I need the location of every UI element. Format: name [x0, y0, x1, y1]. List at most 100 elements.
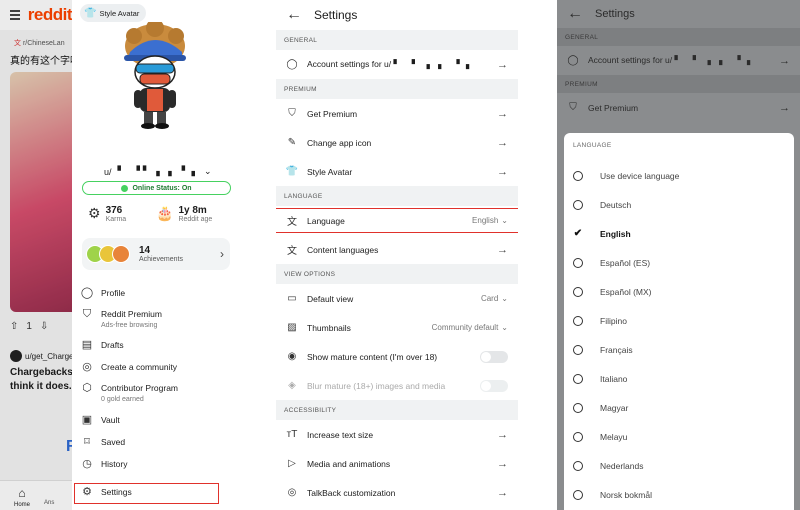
blur-icon: ◈ [288, 380, 296, 391]
card-view-icon: ▭ [287, 293, 297, 304]
language-row[interactable]: 文 Language English ⌄ [276, 206, 518, 235]
section-general: GENERAL [276, 30, 518, 50]
brush-icon: ✎ [287, 137, 297, 148]
language-option-label: Italiano [600, 373, 628, 384]
online-status-pill[interactable]: Online Status: On [82, 181, 231, 195]
reddit-age-value: 1y 8m [178, 205, 207, 216]
radio-button[interactable] [573, 402, 583, 413]
language-option[interactable]: Español (MX) [564, 277, 794, 306]
radio-button[interactable] [573, 170, 583, 181]
radio-button[interactable] [573, 489, 583, 500]
radio-button[interactable] [573, 257, 583, 268]
language-option[interactable]: Magyar [564, 393, 794, 422]
menu-item-label: Contributor Program [101, 383, 179, 393]
language-option[interactable]: Italiano [564, 364, 794, 393]
back-arrow-icon[interactable]: ← [567, 5, 583, 23]
reddit-drawer-panel: reddit 文 r/ChineseLan 真的有这个字吗 ⇧ 1 ⇩ u/ge… [0, 0, 240, 510]
arrow-right-icon: → [497, 136, 508, 149]
language-option-label: Use device language [600, 170, 680, 181]
menu-item-sublabel: Ads-free browsing [101, 322, 158, 329]
radio-button[interactable] [573, 199, 583, 210]
menu-item-contributor[interactable]: ⬡ Contributor Program 0 gold earned [80, 382, 232, 414]
shirt-icon: 👕 [285, 166, 299, 177]
menu-item-label: Profile [101, 288, 126, 298]
chevron-right-icon: › [220, 247, 224, 261]
style-avatar-row[interactable]: 👕 Style Avatar → [276, 157, 518, 186]
row-label: Content languages [307, 244, 379, 255]
play-icon: ▷ [288, 458, 296, 469]
change-app-icon-row[interactable]: ✎ Change app icon → [276, 128, 518, 157]
shield-icon: ⛉ [288, 108, 296, 119]
thumbnails-row[interactable]: ▨ Thumbnails Community default ⌄ [276, 313, 518, 342]
row-label: Increase text size [307, 429, 374, 440]
community-icon: ◎ [82, 361, 92, 373]
achievements-label: Achievements [139, 256, 183, 263]
karma-stat: ⚙ 376 Karma [88, 205, 126, 223]
language-option[interactable]: Español (ES) [564, 248, 794, 277]
shirt-icon: 👕 [84, 7, 97, 19]
arrow-right-icon: → [779, 54, 790, 67]
mature-content-toggle[interactable] [480, 350, 508, 363]
menu-item-premium[interactable]: ⛉ Reddit Premium Ads-free browsing [80, 308, 232, 339]
language-option[interactable]: Deutsch [564, 190, 794, 219]
scrim[interactable] [0, 0, 72, 510]
radio-button[interactable] [573, 373, 583, 384]
karma-icon: ⚙ [88, 205, 101, 221]
mature-content-row[interactable]: ◉ Show mature content (I'm over 18) [276, 342, 518, 371]
redacted-username: ▘ ▝ ▗ ▖ ▝▗ [674, 55, 754, 65]
language-option[interactable]: Filipino [564, 306, 794, 335]
online-dot-icon [121, 184, 129, 192]
achievements-value: 14 [139, 245, 151, 256]
menu-item-vault[interactable]: ▣ Vault [80, 414, 232, 436]
menu-item-label: Drafts [101, 340, 124, 350]
arrow-right-icon: → [497, 165, 508, 178]
thumbnails-value: Community default ⌄ [432, 323, 508, 332]
snoo-avatar[interactable] [120, 22, 190, 132]
account-settings-row[interactable]: ◯ Account settings for u/ ▘ ▝ ▗ ▖ ▝▗ → [276, 50, 518, 79]
talkback-row[interactable]: ◎ TalkBack customization → [276, 478, 518, 507]
language-option-label: Français [600, 344, 633, 355]
row-label: Get Premium [588, 102, 639, 113]
menu-item-label: Create a community [101, 362, 178, 372]
content-languages-row[interactable]: 文 Content languages → [276, 235, 518, 264]
get-premium-row[interactable]: ⛉ Get Premium → [276, 99, 518, 128]
language-option[interactable]: Norsk bokmål [564, 480, 794, 509]
menu-item-history[interactable]: ◷ History [80, 458, 232, 486]
reddit-age-label: Reddit age [178, 216, 213, 223]
achievements-card[interactable]: 14 Achievements › [82, 238, 230, 270]
radio-button[interactable] [573, 431, 583, 442]
username: u/ [104, 166, 112, 177]
radio-button[interactable] [573, 460, 583, 471]
language-option[interactable]: Use device language [564, 161, 794, 190]
language-option[interactable]: Melayu [564, 422, 794, 451]
clock-icon: ◷ [82, 458, 92, 470]
radio-button[interactable] [573, 315, 583, 326]
style-avatar-chip[interactable]: 👕 Style Avatar [80, 4, 147, 22]
arrow-right-icon: → [497, 486, 508, 499]
language-option[interactable]: Nederlands [564, 451, 794, 480]
menu-item-saved[interactable]: ⌑ Saved [80, 436, 232, 458]
image-icon: ▨ [287, 322, 297, 333]
checkmark-icon[interactable]: ✔ [573, 228, 583, 239]
language-option[interactable]: Français [564, 335, 794, 364]
menu-item-create-community[interactable]: ◎ Create a community [80, 361, 232, 382]
redacted-username: ▘ ▝ ▗ ▖ ▝▗ [393, 59, 473, 69]
translate-icon: 文 [287, 246, 297, 257]
media-animations-row[interactable]: ▷ Media and animations → [276, 449, 518, 478]
row-label: TalkBack customization [307, 487, 396, 498]
settings-screen: ← Settings GENERAL ◯ Account settings fo… [276, 0, 518, 510]
style-avatar-chip-label: Style Avatar [99, 8, 140, 18]
language-option[interactable]: ✔ English [564, 219, 794, 248]
default-view-row[interactable]: ▭ Default view Card ⌄ [276, 284, 518, 313]
text-size-row[interactable]: ᴛT Increase text size → [276, 420, 518, 449]
back-arrow-icon[interactable]: ← [286, 6, 302, 24]
default-view-value: Card ⌄ [481, 294, 508, 303]
row-label: Account settings for u/ [307, 59, 392, 69]
menu-item-profile[interactable]: ◯ Profile [80, 287, 232, 308]
radio-button[interactable] [573, 286, 583, 297]
menu-item-drafts[interactable]: ▤ Drafts [80, 339, 232, 361]
shield-icon: ⛉ [569, 102, 577, 113]
username-selector[interactable]: u/ ▘ ▝▘▗ ▖▝▗ ⌄ [104, 166, 212, 177]
user-icon: ◯ [567, 55, 579, 66]
radio-button[interactable] [573, 344, 583, 355]
